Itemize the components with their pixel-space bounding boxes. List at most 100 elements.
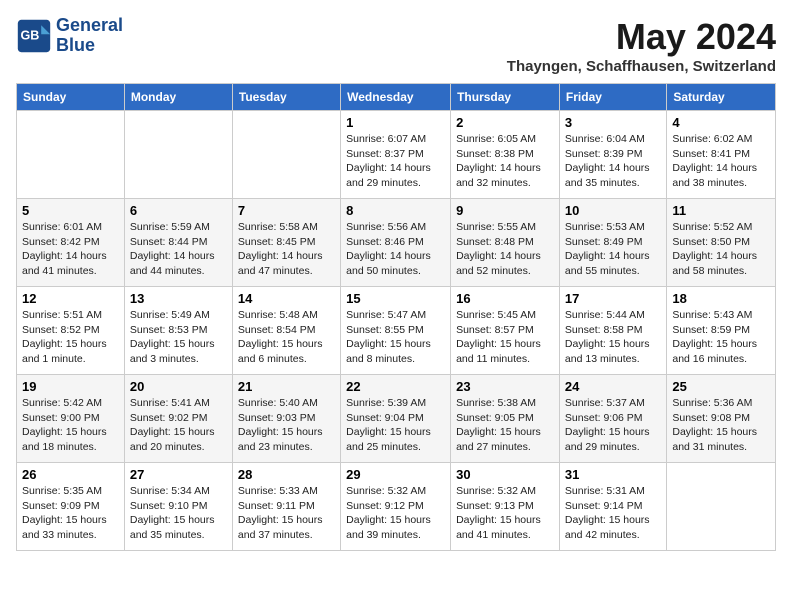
calendar-cell: 31 Sunrise: 5:31 AM Sunset: 9:14 PM Dayli… (559, 463, 666, 551)
day-number: 23 (456, 379, 554, 394)
day-info: Sunrise: 5:33 AM Sunset: 9:11 PM Dayligh… (238, 484, 335, 543)
day-number: 28 (238, 467, 335, 482)
col-header-thursday: Thursday (451, 84, 560, 111)
week-row-2: 5 Sunrise: 6:01 AM Sunset: 8:42 PM Daylig… (17, 199, 776, 287)
day-number: 9 (456, 203, 554, 218)
calendar-cell: 12Sunrise: 5:51 AM Sunset: 8:52 PM Dayli… (17, 287, 125, 375)
calendar-cell: 15 Sunrise: 5:47 AM Sunset: 8:55 PM Dayli… (341, 287, 451, 375)
col-header-friday: Friday (559, 84, 666, 111)
day-info: Sunrise: 5:32 AM Sunset: 9:12 PM Dayligh… (346, 484, 445, 543)
day-info: Sunrise: 5:37 AM Sunset: 9:06 PM Dayligh… (565, 396, 661, 455)
calendar-cell: 19 Sunrise: 5:42 AM Sunset: 9:00 PM Dayli… (17, 375, 125, 463)
calendar-cell (17, 111, 125, 199)
calendar-cell: 17 Sunrise: 5:44 AM Sunset: 8:58 PM Dayli… (559, 287, 666, 375)
day-info: Sunrise: 5:43 AM Sunset: 8:59 PM Dayligh… (672, 308, 770, 367)
day-info: Sunrise: 5:41 AM Sunset: 9:02 PM Dayligh… (130, 396, 227, 455)
calendar-cell: 6Sunrise: 5:59 AM Sunset: 8:44 PM Daylig… (124, 199, 232, 287)
day-number: 29 (346, 467, 445, 482)
location: Thayngen, Schaffhausen, Switzerland (507, 58, 776, 75)
day-info: Sunrise: 5:44 AM Sunset: 8:58 PM Dayligh… (565, 308, 661, 367)
day-info: Sunrise: 5:36 AM Sunset: 9:08 PM Dayligh… (672, 396, 770, 455)
week-row-5: 26Sunrise: 5:35 AM Sunset: 9:09 PM Dayli… (17, 463, 776, 551)
day-number: 5 (22, 203, 119, 218)
day-info: Sunrise: 5:34 AM Sunset: 9:10 PM Dayligh… (130, 484, 227, 543)
day-info: Sunrise: 5:48 AM Sunset: 8:54 PM Dayligh… (238, 308, 335, 367)
day-number: 11 (672, 203, 770, 218)
week-row-4: 19 Sunrise: 5:42 AM Sunset: 9:00 PM Dayli… (17, 375, 776, 463)
day-number: 2 (456, 115, 554, 130)
calendar-cell: 27 Sunrise: 5:34 AM Sunset: 9:10 PM Dayli… (124, 463, 232, 551)
page-header: GB General Blue May 2024 Thayngen, Schaf… (16, 16, 776, 75)
calendar-table: SundayMondayTuesdayWednesdayThursdayFrid… (16, 83, 776, 551)
day-info: Sunrise: 5:55 AM Sunset: 8:48 PM Dayligh… (456, 220, 554, 279)
day-number: 14 (238, 291, 335, 306)
day-info: Sunrise: 6:02 AM Sunset: 8:41 PM Dayligh… (672, 132, 770, 191)
calendar-cell: 14 Sunrise: 5:48 AM Sunset: 8:54 PM Dayli… (232, 287, 340, 375)
day-number: 21 (238, 379, 335, 394)
day-info: Sunrise: 5:49 AM Sunset: 8:53 PM Dayligh… (130, 308, 227, 367)
day-info: Sunrise: 5:51 AM Sunset: 8:52 PM Dayligh… (22, 308, 119, 367)
col-header-saturday: Saturday (667, 84, 776, 111)
day-number: 19 (22, 379, 119, 394)
calendar-cell: 9 Sunrise: 5:55 AM Sunset: 8:48 PM Daylig… (451, 199, 560, 287)
day-info: Sunrise: 5:39 AM Sunset: 9:04 PM Dayligh… (346, 396, 445, 455)
calendar-cell: 29 Sunrise: 5:32 AM Sunset: 9:12 PM Dayli… (341, 463, 451, 551)
day-number: 27 (130, 467, 227, 482)
day-number: 26 (22, 467, 119, 482)
calendar-cell: 30 Sunrise: 5:32 AM Sunset: 9:13 PM Dayli… (451, 463, 560, 551)
calendar-cell: 10 Sunrise: 5:53 AM Sunset: 8:49 PM Dayli… (559, 199, 666, 287)
day-number: 15 (346, 291, 445, 306)
day-number: 30 (456, 467, 554, 482)
logo-text: General Blue (56, 16, 123, 56)
calendar-cell: 16Sunrise: 5:45 AM Sunset: 8:57 PM Dayli… (451, 287, 560, 375)
calendar-cell: 5 Sunrise: 6:01 AM Sunset: 8:42 PM Daylig… (17, 199, 125, 287)
col-header-monday: Monday (124, 84, 232, 111)
calendar-cell: 4 Sunrise: 6:02 AM Sunset: 8:41 PM Daylig… (667, 111, 776, 199)
day-number: 13 (130, 291, 227, 306)
day-info: Sunrise: 5:52 AM Sunset: 8:50 PM Dayligh… (672, 220, 770, 279)
day-info: Sunrise: 5:31 AM Sunset: 9:14 PM Dayligh… (565, 484, 661, 543)
day-info: Sunrise: 5:32 AM Sunset: 9:13 PM Dayligh… (456, 484, 554, 543)
day-info: Sunrise: 6:04 AM Sunset: 8:39 PM Dayligh… (565, 132, 661, 191)
week-row-3: 12Sunrise: 5:51 AM Sunset: 8:52 PM Dayli… (17, 287, 776, 375)
logo: GB General Blue (16, 16, 123, 56)
day-info: Sunrise: 5:56 AM Sunset: 8:46 PM Dayligh… (346, 220, 445, 279)
day-info: Sunrise: 6:07 AM Sunset: 8:37 PM Dayligh… (346, 132, 445, 191)
calendar-cell: 3 Sunrise: 6:04 AM Sunset: 8:39 PM Daylig… (559, 111, 666, 199)
calendar-cell: 25 Sunrise: 5:36 AM Sunset: 9:08 PM Dayli… (667, 375, 776, 463)
calendar-cell: 24 Sunrise: 5:37 AM Sunset: 9:06 PM Dayli… (559, 375, 666, 463)
calendar-cell: 1 Sunrise: 6:07 AM Sunset: 8:37 PM Daylig… (341, 111, 451, 199)
calendar-cell (232, 111, 340, 199)
day-number: 24 (565, 379, 661, 394)
day-info: Sunrise: 5:53 AM Sunset: 8:49 PM Dayligh… (565, 220, 661, 279)
day-info: Sunrise: 5:42 AM Sunset: 9:00 PM Dayligh… (22, 396, 119, 455)
day-number: 4 (672, 115, 770, 130)
day-number: 31 (565, 467, 661, 482)
day-number: 25 (672, 379, 770, 394)
day-info: Sunrise: 5:38 AM Sunset: 9:05 PM Dayligh… (456, 396, 554, 455)
col-header-sunday: Sunday (17, 84, 125, 111)
calendar-cell (667, 463, 776, 551)
calendar-cell: 8 Sunrise: 5:56 AM Sunset: 8:46 PM Daylig… (341, 199, 451, 287)
day-number: 3 (565, 115, 661, 130)
day-info: Sunrise: 6:01 AM Sunset: 8:42 PM Dayligh… (22, 220, 119, 279)
month-title: May 2024 (507, 16, 776, 58)
week-row-1: 1 Sunrise: 6:07 AM Sunset: 8:37 PM Daylig… (17, 111, 776, 199)
day-info: Sunrise: 5:47 AM Sunset: 8:55 PM Dayligh… (346, 308, 445, 367)
col-header-wednesday: Wednesday (341, 84, 451, 111)
day-info: Sunrise: 5:40 AM Sunset: 9:03 PM Dayligh… (238, 396, 335, 455)
title-block: May 2024 Thayngen, Schaffhausen, Switzer… (507, 16, 776, 75)
day-number: 17 (565, 291, 661, 306)
day-number: 1 (346, 115, 445, 130)
col-header-tuesday: Tuesday (232, 84, 340, 111)
calendar-cell: 26Sunrise: 5:35 AM Sunset: 9:09 PM Dayli… (17, 463, 125, 551)
day-number: 7 (238, 203, 335, 218)
day-number: 8 (346, 203, 445, 218)
calendar-cell: 21 Sunrise: 5:40 AM Sunset: 9:03 PM Dayli… (232, 375, 340, 463)
day-number: 10 (565, 203, 661, 218)
day-number: 20 (130, 379, 227, 394)
day-number: 6 (130, 203, 227, 218)
calendar-cell: 20 Sunrise: 5:41 AM Sunset: 9:02 PM Dayli… (124, 375, 232, 463)
calendar-cell: 28 Sunrise: 5:33 AM Sunset: 9:11 PM Dayli… (232, 463, 340, 551)
calendar-cell: 23 Sunrise: 5:38 AM Sunset: 9:05 PM Dayli… (451, 375, 560, 463)
